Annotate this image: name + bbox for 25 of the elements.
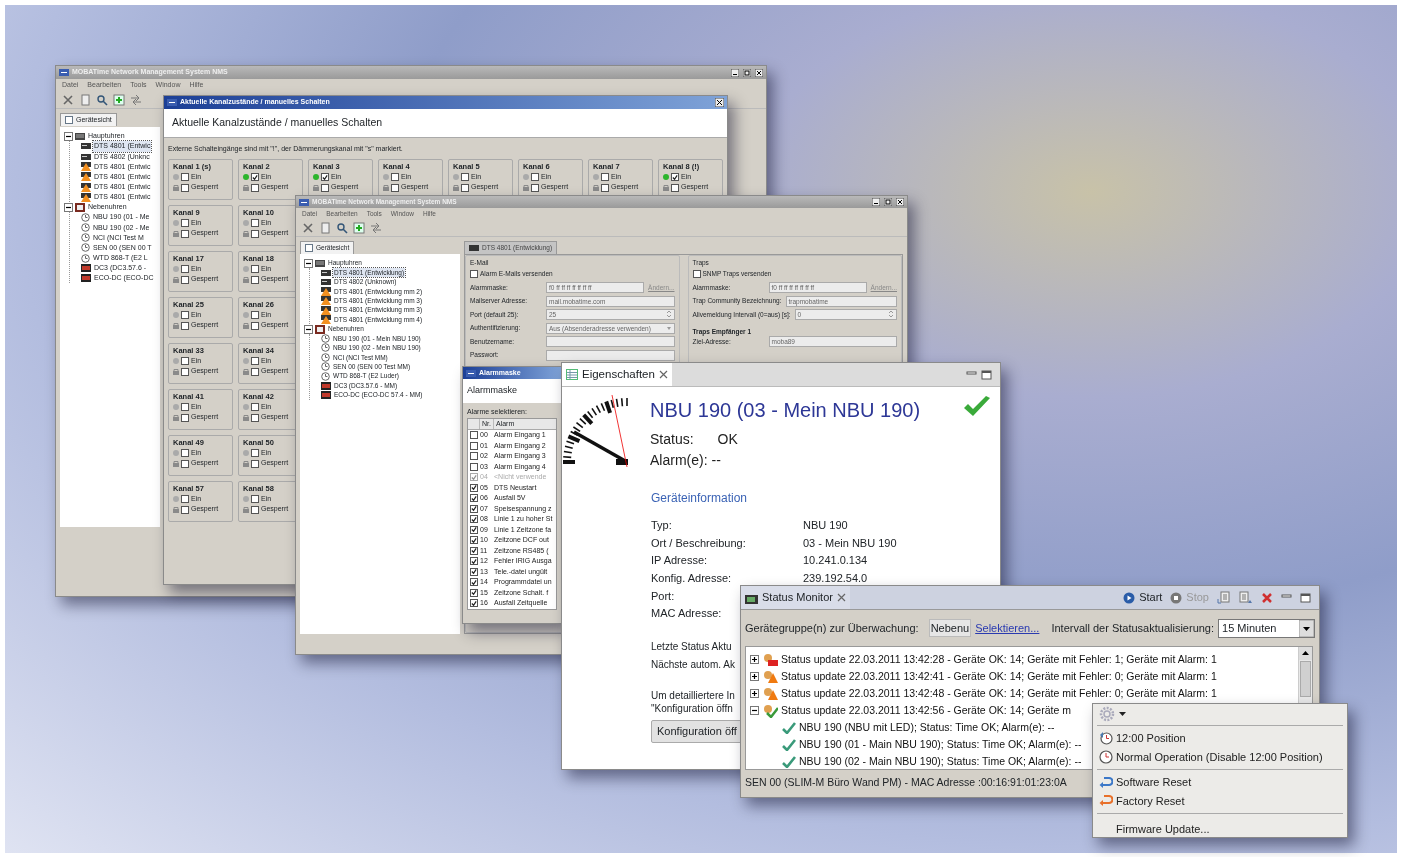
field-label: Intervall der Statusaktualisierung: [1051, 620, 1215, 636]
info-value: 239.192.54.0 [803, 571, 868, 587]
alarm-value: -- [711, 451, 721, 470]
field-label: Gerätegruppe(n) zur Überwachung: [745, 620, 919, 636]
info-label: Typ: [651, 518, 672, 533]
update-info-text: Nächste autom. Ak [651, 658, 735, 673]
update-info-text: Letzte Status Aktu [651, 640, 732, 655]
dialog-heading: Aktuelle Kanalzustände / manuelles Schalten [172, 115, 383, 131]
info-value: 10.241.0.134 [803, 553, 868, 569]
info-value: NBU 190 [803, 518, 848, 533]
info-label: Ort / Beschreibung: [651, 535, 746, 551]
alarm-label: Alarm(e): [650, 451, 708, 470]
info-label: IP Adresse: [651, 553, 708, 569]
status-value: OK [717, 430, 738, 449]
info-label: Konfig. Adresse: [651, 571, 732, 587]
dialog-heading: Alarmmaske [467, 384, 517, 398]
device-title: NBU 190 (03 - Mein NBU 190) [650, 398, 921, 423]
hint-text: Um detailliertere In [651, 689, 735, 703]
hint-text: "Konfiguration öffn [651, 702, 733, 716]
status-bar-text: SEN 00 (SLIM-M Büro Wand PM) - MAC Adresse :00:16:91:01:23:0A [745, 775, 1067, 791]
info-value: 03 - Mein NBU 190 [803, 535, 897, 551]
status-label: Status: [650, 430, 694, 449]
info-label: Port: [651, 588, 675, 604]
section-heading: Geräteinformation [651, 490, 749, 507]
info-label: MAC Adresse: [651, 606, 722, 622]
